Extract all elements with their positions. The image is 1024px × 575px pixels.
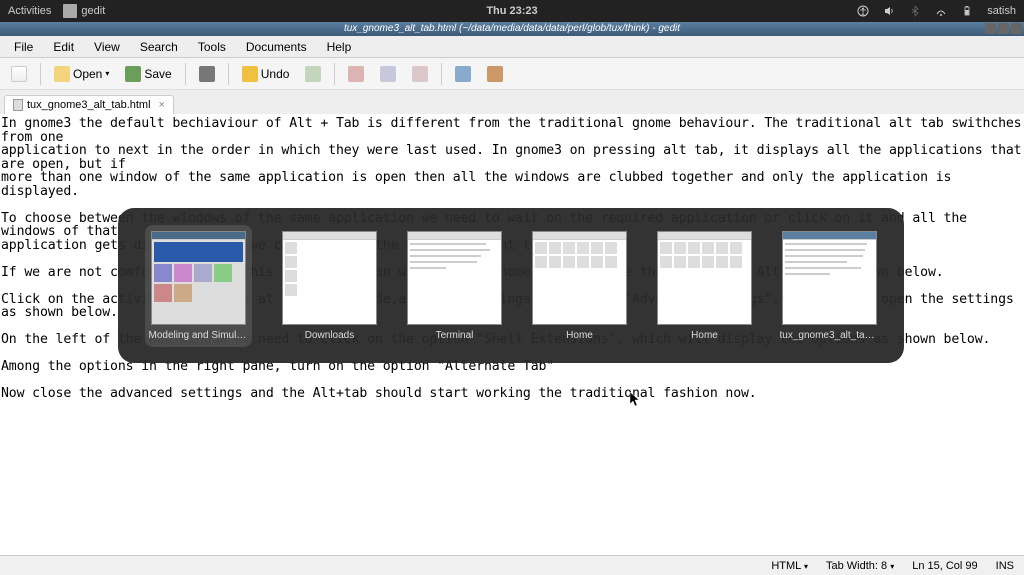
redo-button[interactable] [300,63,326,85]
save-icon [125,66,141,82]
undo-label: Undo [261,67,290,81]
find-icon [455,66,471,82]
open-label: Open [73,67,102,81]
window-thumbnail [532,231,627,325]
cut-button[interactable] [343,63,369,85]
close-button[interactable] [1011,23,1022,34]
menu-edit[interactable]: Edit [43,38,84,56]
bluetooth-icon[interactable] [909,5,921,17]
paste-icon [412,66,428,82]
window-thumbnail [782,231,877,325]
switcher-item[interactable]: Terminal [407,231,502,341]
save-label: Save [144,67,171,81]
chevron-down-icon: ▾ [105,69,109,78]
paste-button[interactable] [407,63,433,85]
switcher-label: tux_gnome3_alt_tab.ht... [780,330,880,341]
switcher-item[interactable]: Modeling and Simulatio... [145,225,252,347]
cut-icon [348,66,364,82]
window-titlebar: tux_gnome3_alt_tab.html (~/data/media/da… [0,22,1024,36]
document-tab[interactable]: tux_gnome3_alt_tab.html × [4,95,174,114]
menu-search[interactable]: Search [130,38,188,56]
minimize-button[interactable] [985,23,996,34]
new-icon [11,66,27,82]
cursor-position: Ln 15, Col 99 [912,560,977,572]
chevron-down-icon: ▾ [804,562,808,571]
print-button[interactable] [194,63,220,85]
undo-icon [242,66,258,82]
menu-file[interactable]: File [4,38,43,56]
battery-icon[interactable] [961,5,973,17]
window-thumbnail [407,231,502,325]
separator [228,63,229,85]
save-button[interactable]: Save [120,63,176,85]
gnome-top-panel: Activities gedit Thu 23:23 satish [0,0,1024,22]
clock[interactable]: Thu 23:23 [486,5,537,17]
switcher-item[interactable]: Downloads [282,231,377,341]
volume-icon[interactable] [883,5,895,17]
document-tab-bar: tux_gnome3_alt_tab.html × [0,90,1024,114]
menu-tools[interactable]: Tools [188,38,236,56]
syntax-label: HTML [771,560,801,572]
tab-close-icon[interactable]: × [159,99,165,111]
app-menu[interactable]: gedit [63,4,105,18]
window-thumbnail [151,231,246,325]
menu-view[interactable]: View [84,38,130,56]
user-menu[interactable]: satish [987,5,1016,17]
switcher-label: Terminal [436,330,474,341]
menu-documents[interactable]: Documents [236,38,317,56]
switcher-item[interactable]: Home [532,231,627,341]
chevron-down-icon: ▾ [890,562,894,571]
window-title: tux_gnome3_alt_tab.html (~/data/media/da… [344,23,680,34]
separator [441,63,442,85]
separator [334,63,335,85]
switcher-label: Home [691,330,718,341]
tab-width-selector[interactable]: Tab Width: 8 ▾ [826,560,894,572]
network-icon[interactable] [935,5,947,17]
document-icon [13,99,23,111]
toolbar: Open▾ Save Undo [0,58,1024,90]
insert-mode: INS [996,560,1014,572]
status-bar: HTML ▾ Tab Width: 8 ▾ Ln 15, Col 99 INS [0,555,1024,575]
copy-button[interactable] [375,63,401,85]
gedit-icon [63,4,77,18]
find-button[interactable] [450,63,476,85]
copy-icon [380,66,396,82]
syntax-selector[interactable]: HTML ▾ [771,560,808,572]
accessibility-icon[interactable] [857,5,869,17]
menu-bar: File Edit View Search Tools Documents He… [0,36,1024,58]
switcher-item[interactable]: Home [657,231,752,341]
open-button[interactable]: Open▾ [49,63,114,85]
tab-width-label: Tab Width: [826,560,878,572]
switcher-label: Downloads [305,330,354,341]
window-thumbnail [657,231,752,325]
switcher-label: Modeling and Simulatio... [149,330,249,341]
menu-help[interactable]: Help [317,38,362,56]
open-icon [54,66,70,82]
separator [40,63,41,85]
undo-button[interactable]: Undo [237,63,295,85]
replace-icon [487,66,503,82]
mouse-cursor [630,392,642,411]
print-icon [199,66,215,82]
maximize-button[interactable] [998,23,1009,34]
activities-button[interactable]: Activities [8,5,51,17]
switcher-item[interactable]: tux_gnome3_alt_tab.ht... [782,231,877,341]
new-button[interactable] [6,63,32,85]
app-menu-label: gedit [81,5,105,17]
replace-button[interactable] [482,63,508,85]
tab-label: tux_gnome3_alt_tab.html [27,99,151,111]
separator [185,63,186,85]
window-thumbnail [282,231,377,325]
redo-icon [305,66,321,82]
tab-width-value: 8 [881,560,887,572]
switcher-label: Home [566,330,593,341]
alt-tab-switcher: Modeling and Simulatio... Downloads T [118,208,904,363]
